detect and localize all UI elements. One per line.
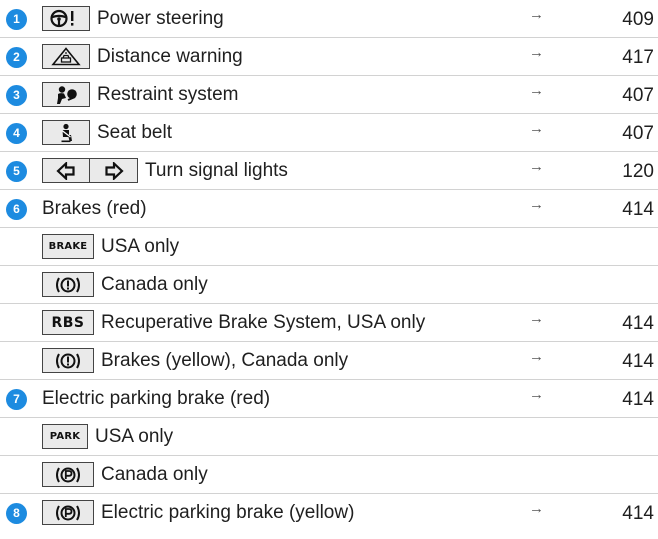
rbs-text-icon: RBS: [42, 310, 94, 335]
icon-group: [42, 82, 90, 107]
row-content: BRAKE USA only: [42, 228, 179, 265]
page-reference[interactable]: 414: [622, 351, 654, 373]
page-reference[interactable]: 120: [622, 161, 654, 183]
row-label: Brakes (red): [42, 198, 147, 219]
icon-group: [42, 120, 90, 145]
reference-arrow: →: [529, 44, 544, 61]
item-number-badge: 1: [6, 9, 27, 30]
row-content: Power steering: [42, 0, 224, 37]
page-reference[interactable]: 414: [622, 389, 654, 411]
turn-signal-right-icon: [90, 158, 138, 183]
reference-arrow: →: [529, 6, 544, 23]
table-row: PARK USA only: [0, 418, 658, 456]
reference-arrow: →: [529, 82, 544, 99]
row-content: Canada only: [42, 456, 208, 493]
brake-circle-icon: [42, 348, 94, 373]
table-row: 3 Restraint system → 407: [0, 76, 658, 114]
parking-brake-circle-icon: [42, 500, 94, 525]
row-label: USA only: [101, 236, 180, 257]
row-content: Electric parking brake (red): [42, 380, 270, 417]
row-content: Canada only: [42, 266, 208, 303]
row-label: Brakes (yellow), Canada only: [101, 350, 349, 371]
steering-warning-icon: [42, 6, 90, 31]
item-number-badge: 3: [6, 85, 27, 106]
table-row: Canada only: [0, 456, 658, 494]
row-content: Turn signal lights: [42, 152, 288, 189]
row-content: Electric parking brake (yellow): [42, 494, 354, 531]
reference-arrow: →: [529, 348, 544, 365]
row-label: USA only: [95, 426, 174, 447]
table-row: 7 Electric parking brake (red) → 414: [0, 380, 658, 418]
icon-group: [42, 44, 90, 69]
parking-brake-circle-icon: [42, 462, 94, 487]
rbs-text-label: RBS: [51, 314, 85, 331]
reference-arrow: →: [529, 310, 544, 327]
row-label: Recuperative Brake System, USA only: [101, 312, 426, 333]
page-reference[interactable]: 407: [622, 123, 654, 145]
warning-lamp-table: 1 Power steering → 409 2 Distance warnin…: [0, 0, 658, 532]
brake-circle-icon: [42, 272, 94, 297]
brake-text-icon: BRAKE: [42, 234, 94, 259]
row-content: Distance warning: [42, 38, 243, 75]
page-reference[interactable]: 407: [622, 85, 654, 107]
table-row: 2 Distance warning → 417: [0, 38, 658, 76]
table-row: Brakes (yellow), Canada only → 414: [0, 342, 658, 380]
reference-arrow: →: [529, 500, 544, 517]
row-label: Restraint system: [97, 84, 239, 105]
row-content: Brakes (yellow), Canada only: [42, 342, 348, 379]
page-reference[interactable]: 414: [622, 313, 654, 335]
seat-belt-icon: [42, 120, 90, 145]
item-number-badge: 8: [6, 503, 27, 524]
row-label: Canada only: [101, 274, 208, 295]
icon-group: [42, 348, 94, 373]
park-text-icon: PARK: [42, 424, 88, 449]
row-content: Restraint system: [42, 76, 238, 113]
park-text-label: PARK: [49, 431, 81, 442]
turn-signal-left-icon: [42, 158, 90, 183]
icon-group: BRAKE: [42, 234, 94, 259]
row-label: Electric parking brake (red): [42, 388, 271, 409]
item-number-badge: 6: [6, 199, 27, 220]
row-label: Power steering: [97, 8, 224, 29]
table-row: 6 Brakes (red) → 414: [0, 190, 658, 228]
table-row: 5 Turn signal lights → 120: [0, 152, 658, 190]
page-reference[interactable]: 417: [622, 47, 654, 69]
row-label: Seat belt: [97, 122, 172, 143]
table-row: Canada only: [0, 266, 658, 304]
table-row: 1 Power steering → 409: [0, 0, 658, 38]
page-reference[interactable]: 409: [622, 9, 654, 31]
icon-group: [42, 500, 94, 525]
item-number-badge: 2: [6, 47, 27, 68]
icon-group: PARK: [42, 424, 88, 449]
row-label: Electric parking brake (yellow): [101, 502, 355, 523]
row-label: Distance warning: [97, 46, 243, 67]
table-row: BRAKE USA only: [0, 228, 658, 266]
reference-arrow: →: [529, 386, 544, 403]
table-row: RBS Recuperative Brake System, USA only …: [0, 304, 658, 342]
item-number-badge: 5: [6, 161, 27, 182]
table-row: 8 Electric parking brake (yellow) → 414: [0, 494, 658, 532]
row-label: Turn signal lights: [145, 160, 288, 181]
row-content: RBS Recuperative Brake System, USA only: [42, 304, 425, 341]
page-reference[interactable]: 414: [622, 199, 654, 221]
distance-warning-icon: [42, 44, 90, 69]
reference-arrow: →: [529, 196, 544, 213]
row-label: Canada only: [101, 464, 208, 485]
icon-group: [42, 158, 138, 183]
row-content: PARK USA only: [42, 418, 173, 455]
restraint-system-icon: [42, 82, 90, 107]
item-number-badge: 4: [6, 123, 27, 144]
row-content: Brakes (red): [42, 190, 147, 227]
item-number-badge: 7: [6, 389, 27, 410]
table-row: 4 Seat belt → 407: [0, 114, 658, 152]
reference-arrow: →: [529, 120, 544, 137]
icon-group: [42, 272, 94, 297]
icon-group: RBS: [42, 310, 94, 335]
brake-text-label: BRAKE: [48, 241, 88, 252]
reference-arrow: →: [529, 158, 544, 175]
page-reference[interactable]: 414: [622, 503, 654, 525]
icon-group: [42, 462, 94, 487]
row-content: Seat belt: [42, 114, 172, 151]
icon-group: [42, 6, 90, 31]
